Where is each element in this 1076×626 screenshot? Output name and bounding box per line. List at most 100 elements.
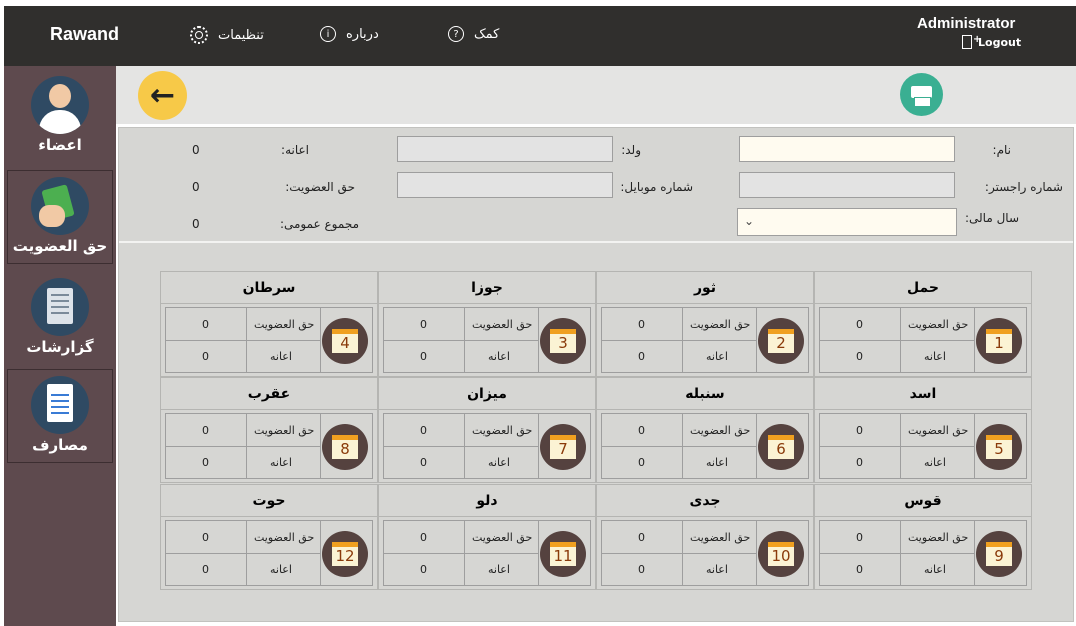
month-calendar-badge: 1	[976, 318, 1022, 364]
month-card: سنبله حق العضویت 0 اعانه 0 6	[596, 377, 814, 483]
divider	[602, 340, 756, 341]
fiscal-year-select[interactable]: ⌄	[737, 208, 957, 236]
donation-label: اعانه	[924, 563, 946, 576]
month-calendar-badge: 7	[540, 424, 586, 470]
donation-value: 0	[856, 456, 863, 469]
month-calendar-badge: 12	[322, 531, 368, 577]
divider	[974, 414, 975, 478]
membership-label: حق العضویت	[690, 424, 751, 437]
calendar-icon: 3	[550, 329, 576, 353]
donation-value: 0	[638, 350, 645, 363]
sidebar-item-members[interactable]: اعضاء	[7, 70, 113, 164]
nav-help-label: کمک	[474, 26, 500, 42]
calendar-icon: 1	[986, 329, 1012, 353]
month-name: دلو	[379, 485, 595, 517]
member-form: نام: ولد: اعانه: 0 شماره راجستر: شماره م…	[119, 128, 1073, 243]
membership-value: 0	[420, 531, 427, 544]
sidebar-item-expenses[interactable]: مصارف	[7, 369, 113, 463]
current-user: Administrator	[917, 15, 1016, 32]
membership-value: 0	[856, 318, 863, 331]
divider	[974, 308, 975, 372]
nav-settings[interactable]: تنظیمات	[190, 26, 264, 44]
divider	[166, 446, 320, 447]
month-calendar-badge: 11	[540, 531, 586, 577]
month-card: قوس حق العضویت 0 اعانه 0 9	[814, 484, 1032, 590]
membership-label: حق العضویت	[254, 531, 315, 544]
sidebar-item-label: اعضاء	[38, 136, 82, 154]
month-calendar-badge: 3	[540, 318, 586, 364]
calendar-icon: 11	[550, 542, 576, 566]
donation-label: اعانه	[706, 563, 728, 576]
donation-label: اعانه	[488, 350, 510, 363]
month-name: جوزا	[379, 272, 595, 304]
membership-fee-value: 0	[192, 180, 200, 194]
back-button[interactable]: ←	[138, 71, 187, 120]
month-summary: حق العضویت 0 اعانه 0 12	[165, 520, 373, 586]
membership-panel: نام: ولد: اعانه: 0 شماره راجستر: شماره م…	[118, 127, 1074, 622]
divider	[464, 521, 465, 585]
month-card: اسد حق العضویت 0 اعانه 0 5	[814, 377, 1032, 483]
divider	[682, 414, 683, 478]
donation-label: اعانه	[270, 350, 292, 363]
donation-value: 0	[420, 350, 427, 363]
donation-label: اعانه	[270, 563, 292, 576]
donation-label: اعانه:	[281, 143, 309, 157]
donation-value: 0	[638, 456, 645, 469]
sidebar-item-label: گزارشات	[26, 338, 94, 356]
month-values-table: حق العضویت 0 اعانه 0	[820, 521, 975, 585]
sidebar-item-reports[interactable]: گزارشات	[7, 272, 113, 366]
month-values-table: حق العضویت 0 اعانه 0	[166, 414, 321, 478]
month-summary: حق العضویت 0 اعانه 0 1	[819, 307, 1027, 373]
registration-number-label: شماره راجستر:	[984, 180, 1063, 194]
fiscal-year-label: سال مالی:	[964, 211, 1019, 225]
donation-value: 0	[638, 563, 645, 576]
divider	[756, 308, 757, 372]
sidebar-item-label: مصارف	[32, 436, 88, 454]
membership-label: حق العضویت	[690, 318, 751, 331]
divider	[820, 446, 974, 447]
month-values-table: حق العضویت 0 اعانه 0	[820, 308, 975, 372]
calendar-icon: 6	[768, 435, 794, 459]
divider	[320, 308, 321, 372]
month-summary: حق العضویت 0 اعانه 0 8	[165, 413, 373, 479]
divider	[538, 414, 539, 478]
divider	[246, 521, 247, 585]
nav-help[interactable]: ? کمک	[448, 26, 499, 42]
membership-label: حق العضویت	[908, 424, 969, 437]
membership-label: حق العضویت	[908, 318, 969, 331]
membership-label: حق العضویت	[690, 531, 751, 544]
month-calendar-badge: 10	[758, 531, 804, 577]
calendar-icon: 9	[986, 542, 1012, 566]
membership-value: 0	[856, 531, 863, 544]
month-values-table: حق العضویت 0 اعانه 0	[602, 414, 757, 478]
donation-value: 0	[202, 563, 209, 576]
membership-value: 0	[202, 531, 209, 544]
month-summary: حق العضویت 0 اعانه 0 3	[383, 307, 591, 373]
divider	[756, 521, 757, 585]
divider	[682, 308, 683, 372]
divider	[246, 414, 247, 478]
donation-value: 0	[856, 350, 863, 363]
print-button[interactable]	[900, 73, 943, 116]
month-summary: حق العضویت 0 اعانه 0 10	[601, 520, 809, 586]
calendar-icon: 4	[332, 329, 358, 353]
month-calendar-badge: 6	[758, 424, 804, 470]
divider	[820, 553, 974, 554]
sidebar-item-membership-fee[interactable]: حق العضویت	[7, 170, 113, 264]
divider	[602, 553, 756, 554]
mobile-label: شماره موبایل:	[620, 180, 693, 194]
membership-value: 0	[638, 318, 645, 331]
calendar-icon: 12	[332, 542, 358, 566]
nav-about[interactable]: i درباره	[320, 26, 379, 42]
gear-icon	[190, 26, 208, 44]
logout-label: Logout	[978, 35, 1022, 49]
divider	[538, 521, 539, 585]
logout-button[interactable]: Logout	[962, 34, 1022, 49]
divider	[464, 308, 465, 372]
name-input[interactable]	[739, 136, 955, 162]
nav-about-label: درباره	[346, 26, 379, 42]
month-card: میزان حق العضویت 0 اعانه 0 7	[378, 377, 596, 483]
month-name: ثور	[597, 272, 813, 304]
membership-label: حق العضویت	[254, 424, 315, 437]
month-calendar-badge: 8	[322, 424, 368, 470]
